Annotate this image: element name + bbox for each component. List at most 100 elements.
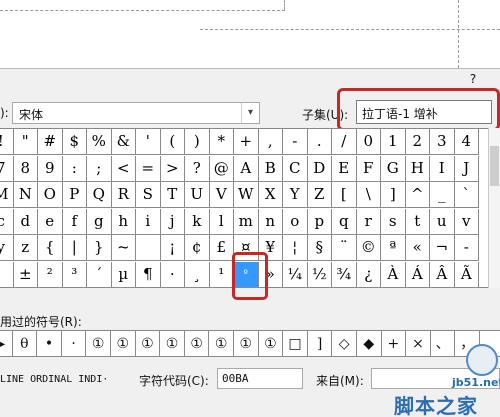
symbol-cell[interactable]: z: [13, 235, 38, 261]
symbol-cell[interactable]: ¬: [430, 235, 455, 261]
symbol-cell[interactable]: ©: [356, 235, 381, 261]
recent-symbol-cell[interactable]: ◆: [357, 331, 382, 357]
symbol-cell[interactable]: %: [87, 129, 112, 155]
symbol-cell[interactable]: -: [454, 235, 479, 261]
symbol-cell[interactable]: o: [283, 208, 308, 235]
symbol-cell[interactable]: 0: [356, 129, 381, 155]
recent-symbol-cell[interactable]: +: [382, 331, 407, 357]
symbol-cell[interactable]: ': [136, 129, 161, 155]
symbol-cell[interactable]: }: [87, 235, 112, 261]
symbol-cell[interactable]: =: [136, 155, 161, 182]
symbol-cell[interactable]: ½: [307, 261, 332, 288]
symbol-cell[interactable]: J: [454, 155, 479, 182]
symbol-cell[interactable]: ~: [111, 235, 136, 261]
symbol-cell[interactable]: Ã: [454, 261, 479, 288]
symbol-cell[interactable]: «: [405, 235, 430, 261]
symbol-cell[interactable]: W: [234, 182, 259, 208]
grid-scrollbar[interactable]: [488, 128, 500, 288]
symbol-cell[interactable]: Á: [405, 261, 430, 288]
symbol-cell[interactable]: U: [185, 182, 210, 208]
symbol-cell[interactable]: ": [13, 129, 38, 155]
recent-symbol-cell[interactable]: ·: [62, 331, 87, 357]
symbol-cell[interactable]: M: [0, 182, 14, 208]
help-button[interactable]: ?: [466, 72, 480, 88]
symbol-cell[interactable]: A: [234, 155, 259, 182]
symbol-cell[interactable]: P: [62, 182, 87, 208]
scrollbar-thumb[interactable]: [490, 146, 499, 186]
symbol-cell[interactable]: g: [87, 208, 112, 235]
symbol-cell[interactable]: [: [332, 182, 357, 208]
symbol-cell[interactable]: \: [356, 182, 381, 208]
symbol-cell[interactable]: h: [111, 208, 136, 235]
symbol-cell[interactable]: ·: [160, 261, 185, 288]
symbol-cell[interactable]: c: [0, 208, 14, 235]
recent-symbol-cell[interactable]: ①: [234, 331, 259, 357]
symbol-cell[interactable]: ²: [38, 261, 63, 288]
symbol-cell[interactable]: E: [332, 155, 357, 182]
symbol-cell[interactable]: [136, 235, 161, 261]
symbol-cell[interactable]: I: [430, 155, 455, 182]
symbol-cell[interactable]: s: [381, 208, 406, 235]
symbol-cell[interactable]: ]: [381, 182, 406, 208]
symbol-cell[interactable]: q: [332, 208, 357, 235]
symbol-cell[interactable]: p: [307, 208, 332, 235]
symbol-cell[interactable]: µ: [111, 261, 136, 288]
symbol-cell[interactable]: 2: [405, 129, 430, 155]
recent-symbol-cell[interactable]: ①: [136, 331, 161, 357]
symbol-cell[interactable]: `: [454, 182, 479, 208]
symbol-cell[interactable]: -: [283, 129, 308, 155]
symbol-cell[interactable]: B: [258, 155, 283, 182]
symbol-cell[interactable]: k: [185, 208, 210, 235]
symbol-cell[interactable]: f: [62, 208, 87, 235]
symbol-cell[interactable]: +: [234, 129, 259, 155]
symbol-cell[interactable]: i: [136, 208, 161, 235]
symbol-cell[interactable]: H: [405, 155, 430, 182]
symbol-cell[interactable]: §: [307, 235, 332, 261]
symbol-cell[interactable]: ´: [87, 261, 112, 288]
symbol-cell[interactable]: ¢: [185, 235, 210, 261]
symbol-cell[interactable]: ¾: [332, 261, 357, 288]
recent-symbol-cell[interactable]: ①: [185, 331, 210, 357]
symbol-cell[interactable]: r: [356, 208, 381, 235]
symbol-cell[interactable]: O: [38, 182, 63, 208]
recent-symbol-cell[interactable]: ①: [86, 331, 111, 357]
symbol-cell[interactable]: ¿: [356, 261, 381, 288]
recent-symbol-cell[interactable]: ×: [406, 331, 431, 357]
symbol-cell[interactable]: t: [405, 208, 430, 235]
symbol-cell[interactable]: $: [62, 129, 87, 155]
font-select[interactable]: 宋体 ▾: [12, 102, 260, 124]
symbol-cell[interactable]: £: [209, 235, 234, 261]
symbol-cell[interactable]: n: [258, 208, 283, 235]
symbol-cell[interactable]: ¨: [332, 235, 357, 261]
symbol-cell[interactable]: ±: [13, 261, 38, 288]
symbol-cell[interactable]: ¼: [283, 261, 308, 288]
symbol-cell[interactable]: m: [234, 208, 259, 235]
symbol-cell[interactable]: N: [13, 182, 38, 208]
symbol-cell[interactable]: ¸: [185, 261, 210, 288]
symbol-cell[interactable]: ¦: [283, 235, 308, 261]
symbol-cell[interactable]: |: [62, 235, 87, 261]
symbol-cell[interactable]: d: [13, 208, 38, 235]
symbol-cell[interactable]: T: [160, 182, 185, 208]
symbol-cell[interactable]: Z: [307, 182, 332, 208]
symbol-cell[interactable]: ): [185, 129, 210, 155]
symbol-cell[interactable]: 4: [454, 129, 479, 155]
symbol-cell[interactable]: {: [38, 235, 63, 261]
symbol-cell[interactable]: ,: [258, 129, 283, 155]
symbol-cell[interactable]: /: [332, 129, 357, 155]
symbol-cell[interactable]: <: [111, 155, 136, 182]
recent-symbol-cell[interactable]: ①: [160, 331, 185, 357]
symbol-cell[interactable]: #: [38, 129, 63, 155]
symbol-cell[interactable]: V: [209, 182, 234, 208]
symbol-cell[interactable]: (: [160, 129, 185, 155]
symbol-cell[interactable]: 3: [430, 129, 455, 155]
symbol-cell[interactable]: ª: [381, 235, 406, 261]
symbol-cell[interactable]: S: [136, 182, 161, 208]
symbol-cell[interactable]: !: [0, 129, 14, 155]
symbol-cell[interactable]: 8: [13, 155, 38, 182]
recent-symbol-cell[interactable]: ▶: [0, 331, 13, 357]
symbol-cell[interactable]: >: [160, 155, 185, 182]
recent-symbol-cell[interactable]: □: [283, 331, 308, 357]
symbol-cell[interactable]: 9: [38, 155, 63, 182]
recent-symbol-cell[interactable]: ①: [209, 331, 234, 357]
